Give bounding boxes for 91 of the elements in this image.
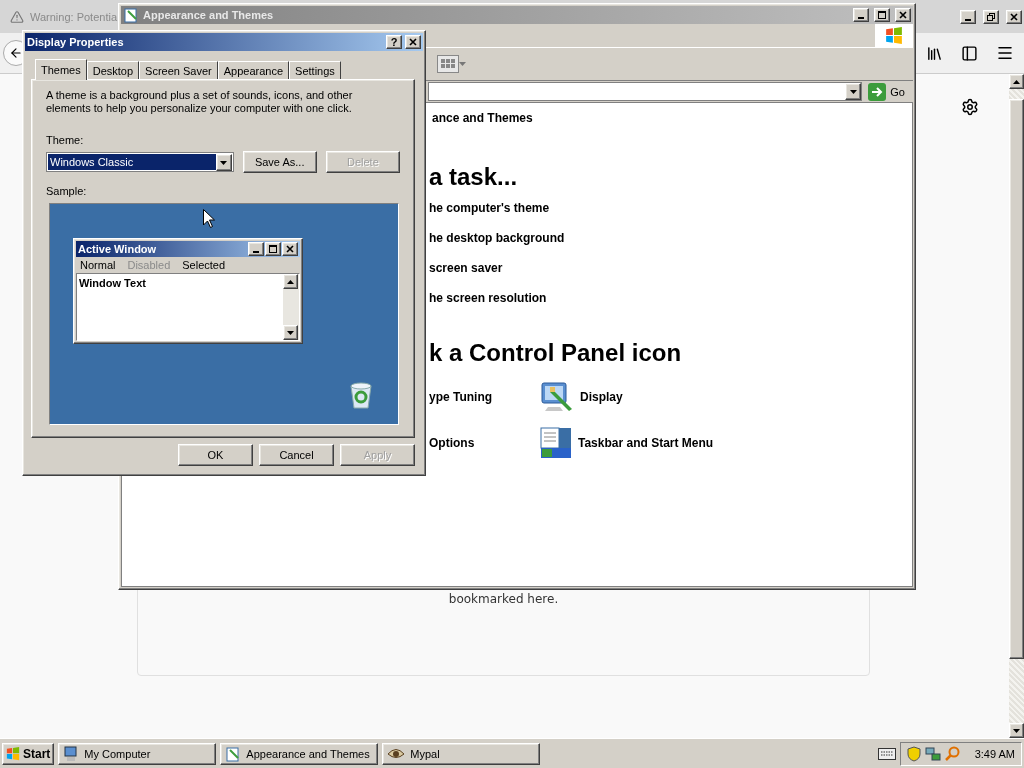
scroll-down-button[interactable] <box>283 325 298 340</box>
computer-icon <box>63 745 80 762</box>
document-icon <box>225 745 242 762</box>
taskbar-item[interactable]: Appearance and Themes <box>220 742 379 765</box>
taskbar-item[interactable]: My Computer <box>58 742 217 765</box>
taskbar-icon <box>540 427 572 459</box>
close-icon <box>409 38 417 46</box>
library-icon <box>926 44 943 62</box>
minimize-button[interactable] <box>248 242 264 256</box>
keyboard-icon[interactable] <box>877 747 896 760</box>
flag-logo <box>6 746 20 761</box>
caret-icon <box>220 160 228 165</box>
warning-icon <box>10 9 24 24</box>
close-icon <box>1010 12 1018 21</box>
clock: 3:49 AM <box>974 747 1015 760</box>
caret-icon <box>849 89 857 94</box>
display-icon <box>540 381 574 413</box>
control-panel-link[interactable]: ype Tuning <box>429 390 493 404</box>
task-link[interactable]: he computer's theme <box>429 201 550 215</box>
maximize-button[interactable] <box>265 242 281 256</box>
maximize-icon <box>269 245 277 253</box>
help-button[interactable]: ? <box>386 35 402 49</box>
caret-icon <box>459 62 466 66</box>
description: A theme is a background plus a set of sounds, icons, and other elements to help you personalize your computer with one click. <box>46 89 354 115</box>
task-link[interactable]: screen saver <box>429 261 503 275</box>
view-icon <box>437 55 459 73</box>
minimize-icon <box>858 17 864 19</box>
scroll-up-button[interactable] <box>1009 74 1024 89</box>
close-button[interactable] <box>282 242 298 256</box>
back-icon <box>9 46 23 60</box>
section-heading: a task... <box>429 163 518 191</box>
start-button[interactable]: Start <box>2 742 55 765</box>
theme-dropdown[interactable]: Windows Classic <box>46 152 234 172</box>
sidebar-icon <box>961 44 978 62</box>
minimize-icon <box>965 18 971 21</box>
go-button[interactable]: Go <box>866 82 913 101</box>
sample-text: Window Text <box>78 276 147 291</box>
field-label: Theme: <box>46 134 85 146</box>
maximize-icon <box>878 11 886 19</box>
action-button[interactable]: Save As... <box>242 151 317 173</box>
scroll-up-button[interactable] <box>283 274 298 289</box>
section-heading: k a Control Panel icon <box>429 339 682 367</box>
control-panel-link[interactable]: Display <box>580 390 623 404</box>
window-title: Warning: Potentia <box>30 10 118 23</box>
minimize-button[interactable] <box>853 8 869 22</box>
task-link[interactable]: he desktop background <box>429 231 565 245</box>
view-button[interactable] <box>437 55 466 73</box>
dialog-button[interactable]: OK <box>178 444 253 466</box>
close-icon <box>286 245 294 253</box>
sample-window-title: Active Window <box>78 243 157 255</box>
minimize-button[interactable] <box>960 9 976 24</box>
empty-message: bookmarked here. <box>448 592 559 608</box>
window-title: Appearance and Themes <box>143 9 274 21</box>
tab[interactable]: Appearance <box>217 61 290 79</box>
close-button[interactable] <box>1006 9 1022 24</box>
network-icon[interactable] <box>924 745 941 762</box>
settings-icon <box>961 98 979 116</box>
caret-icon <box>287 279 294 284</box>
scrollbar[interactable] <box>1009 74 1024 738</box>
minimize-icon <box>253 251 259 253</box>
address-field[interactable] <box>428 82 863 101</box>
document-icon <box>123 7 139 23</box>
tab[interactable]: Themes <box>35 59 87 80</box>
flag-logo <box>885 26 903 45</box>
field-label: Sample: <box>46 185 88 197</box>
close-icon <box>899 11 907 19</box>
maximize-button[interactable] <box>874 8 890 22</box>
task-link[interactable]: he screen resolution <box>429 291 547 305</box>
scroll-down-button[interactable] <box>1009 723 1024 738</box>
restore-button[interactable] <box>983 9 999 24</box>
tab[interactable]: Settings <box>289 61 341 79</box>
control-panel-link[interactable]: Options <box>429 436 475 450</box>
restore-icon <box>987 12 995 21</box>
taskbar-item[interactable]: Mypal <box>382 742 541 765</box>
eye-icon <box>387 746 406 761</box>
cursor-icon <box>203 209 215 228</box>
caret-icon <box>287 330 294 335</box>
close-button[interactable] <box>405 35 421 49</box>
scroll-thumb[interactable] <box>1009 99 1024 659</box>
menu-icon <box>996 44 1014 62</box>
caret-icon <box>1013 728 1020 733</box>
dialog-button[interactable]: Cancel <box>259 444 334 466</box>
shield-icon[interactable] <box>906 745 921 762</box>
window-title: Display Properties <box>27 36 124 48</box>
control-panel-link[interactable]: Taskbar and Start Menu <box>578 436 714 450</box>
tab[interactable]: Screen Saver <box>139 61 218 79</box>
close-button[interactable] <box>895 8 911 22</box>
dropdown-button[interactable] <box>845 83 862 100</box>
breadcrumb: ance and Themes <box>432 111 533 125</box>
tab[interactable]: Desktop <box>86 61 140 79</box>
caret-icon <box>1013 79 1020 84</box>
